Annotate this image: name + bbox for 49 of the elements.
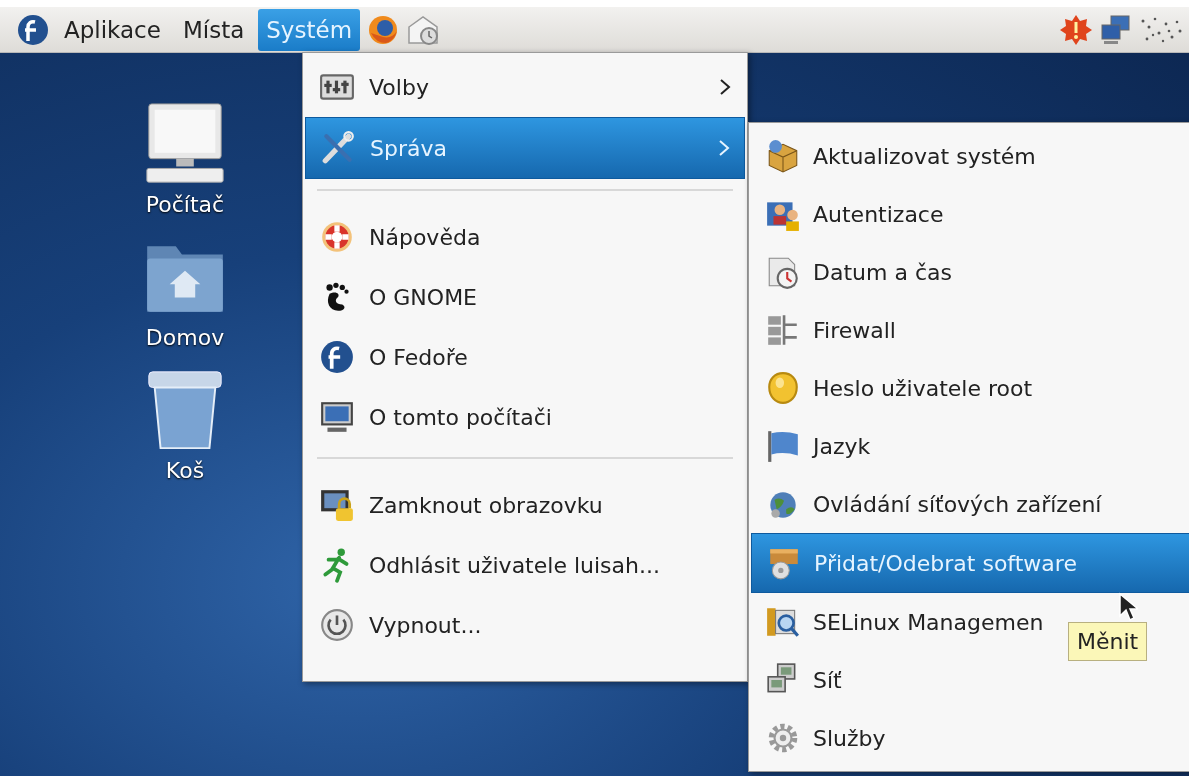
menu-item[interactable]: Správa xyxy=(305,117,745,179)
menu-item[interactable]: Datum a čas xyxy=(813,259,952,285)
menu-item[interactable]: Síť xyxy=(813,667,842,693)
menu-item[interactable]: O GNOME xyxy=(305,267,745,327)
menu-item[interactable]: Jazyk xyxy=(813,433,871,459)
menu-item[interactable]: Zamknout obrazovku xyxy=(305,475,745,535)
menu-item[interactable]: Heslo uživatele root xyxy=(813,375,1033,401)
menu-item[interactable]: O tomto počítači xyxy=(305,387,745,447)
menu-item[interactable]: Volby xyxy=(305,57,745,117)
chevron-right-icon xyxy=(719,78,731,96)
menu-item[interactable]: Ovládání síťových zařízení xyxy=(813,491,1102,517)
mouse-pointer-icon xyxy=(1118,592,1138,622)
menu-item[interactable]: Odhlásit uživatele luisah... xyxy=(305,535,745,595)
menu-item[interactable]: Přidat/Odebrat software xyxy=(751,533,1189,593)
lifebuoy-icon xyxy=(319,219,355,255)
menu-item-label: Volby xyxy=(369,74,430,100)
desktop-icon-label: Koš xyxy=(165,458,205,483)
menu-item-label: O Fedoře xyxy=(369,344,469,370)
menu-item-label: Přidat/Odebrat software xyxy=(814,550,1077,576)
screen-lock-icon xyxy=(319,487,355,523)
menu-item[interactable]: Autentizace xyxy=(813,201,944,227)
wrench-screwdriver-icon xyxy=(320,130,356,166)
menu-item[interactable]: Služby xyxy=(813,725,886,751)
menu-item-label: Správa xyxy=(370,135,448,161)
fedora-logo-icon xyxy=(319,339,355,375)
menu-item[interactable]: Aktualizovat systém xyxy=(813,143,1036,169)
desktop-icon-label: Domov xyxy=(145,325,225,350)
golden-shield-icon xyxy=(765,370,801,406)
panel-menu[interactable]: Místa xyxy=(174,8,253,51)
menu-item[interactable]: Nápověda xyxy=(305,207,745,267)
menu-item[interactable]: O Fedoře xyxy=(305,327,745,387)
panel-menu[interactable]: Aplikace xyxy=(56,8,169,51)
menu-item-label: Odhlásit uživatele luisah... xyxy=(369,552,661,578)
chevron-right-icon xyxy=(718,139,730,157)
desktop-icon-label: Počítač xyxy=(145,192,225,217)
flag-icon xyxy=(765,428,801,464)
menu-item[interactable]: Vypnout... xyxy=(305,595,745,655)
menu-item-label: Zamknout obrazovku xyxy=(369,492,604,518)
fedora-logo-icon[interactable] xyxy=(16,12,50,47)
power-icon xyxy=(319,607,355,643)
menu-item[interactable]: SELinux Managemen xyxy=(813,609,1044,635)
tooltip: Měnit xyxy=(1068,622,1148,661)
menu-item-label: O tomto počítači xyxy=(369,404,553,430)
network-icon[interactable] xyxy=(1099,12,1133,47)
monitor-icon xyxy=(319,399,355,435)
menu-item[interactable]: Firewall xyxy=(813,317,896,343)
menu-item-label: Vypnout... xyxy=(369,612,483,638)
menu-item-label: Nápověda xyxy=(369,224,482,250)
menu-item-label: O GNOME xyxy=(369,284,478,310)
